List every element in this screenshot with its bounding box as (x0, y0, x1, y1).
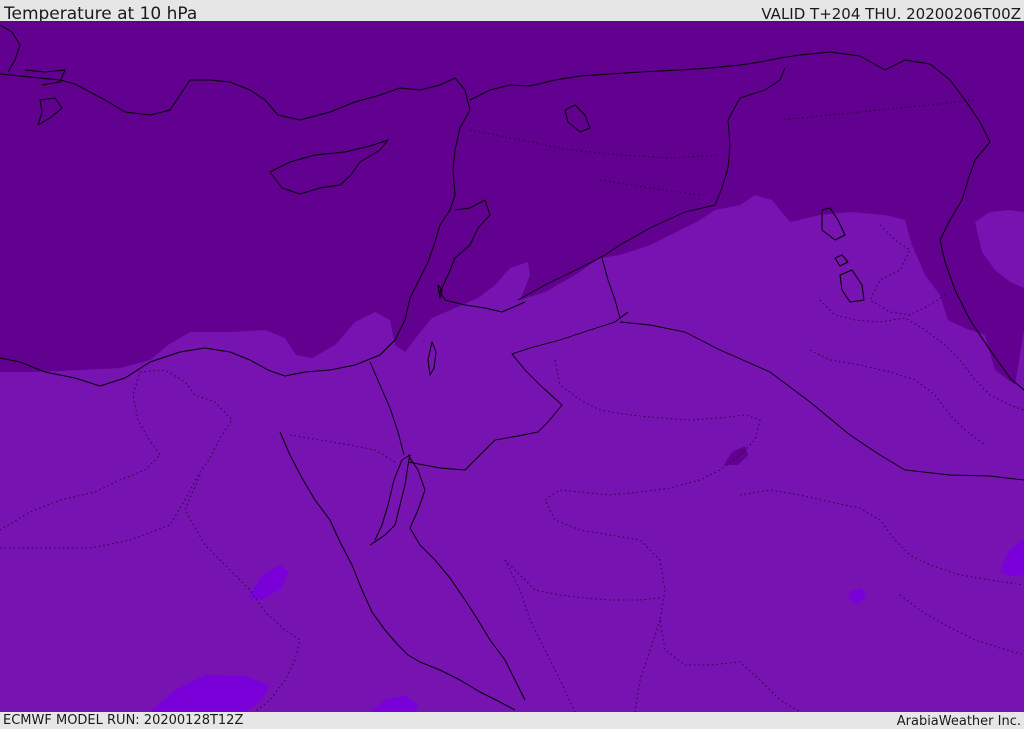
model-run-label: ECMWF MODEL RUN: 20200128T12Z (3, 713, 244, 728)
map-frame: Temperature at 10 hPa VALID T+204 THU. 2… (0, 0, 1024, 729)
footer-bar: ECMWF MODEL RUN: 20200128T12Z ArabiaWeat… (0, 712, 1024, 729)
header-bar: Temperature at 10 hPa VALID T+204 THU. 2… (0, 0, 1024, 24)
temperature-map (0, 21, 1024, 712)
credit-label: ArabiaWeather Inc. (896, 714, 1021, 729)
